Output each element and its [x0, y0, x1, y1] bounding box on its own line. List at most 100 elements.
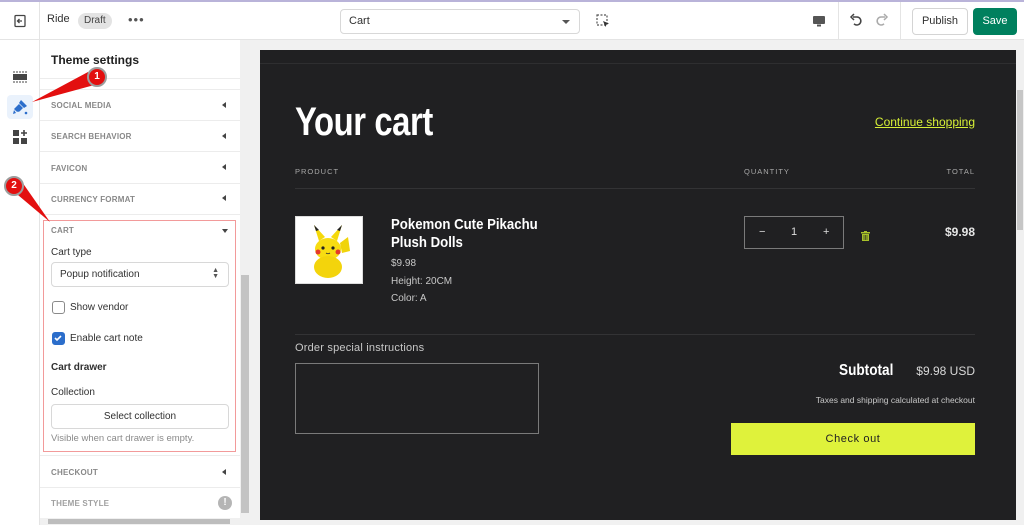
column-header-total: TOTAL [946, 167, 975, 176]
trash-icon [861, 231, 870, 241]
scrollbar-thumb[interactable] [48, 519, 230, 524]
store-name: Ride [47, 13, 70, 25]
rail-item-theme-settings[interactable] [7, 95, 33, 119]
cart-drawer-heading: Cart drawer [51, 362, 107, 373]
enable-cart-note-label: Enable cart note [70, 333, 143, 344]
cart-title: Your cart [295, 100, 433, 144]
panel-title: Theme settings [51, 53, 140, 67]
scrollbar-thumb[interactable] [241, 275, 249, 513]
quantity-input[interactable]: 1 [791, 226, 797, 238]
warning-icon: ! [218, 496, 232, 510]
rail-item-sections[interactable] [7, 65, 33, 89]
divider [295, 334, 975, 335]
caret-left-icon [222, 469, 226, 475]
collection-label: Collection [51, 387, 95, 398]
select-cursor-icon [596, 14, 609, 27]
rail-item-app-embeds[interactable] [7, 125, 33, 149]
section-label: CURRENCY FORMAT [51, 195, 136, 204]
sections-icon [13, 71, 27, 83]
divider [40, 78, 240, 79]
pikachu-plush-image [314, 225, 350, 278]
undo-button[interactable] [848, 13, 864, 34]
section-label: SEARCH BEHAVIOR [51, 132, 132, 141]
continue-shopping-link[interactable]: Continue shopping [875, 115, 975, 129]
apps-add-icon [13, 130, 27, 144]
divider [900, 2, 901, 40]
divider [40, 89, 240, 90]
divider [40, 455, 240, 456]
section-label: SOCIAL MEDIA [51, 101, 112, 110]
scrollbar-thumb[interactable] [1017, 90, 1023, 230]
divider [40, 183, 240, 184]
divider [40, 214, 240, 215]
divider [838, 2, 839, 40]
template-select-value: Cart [349, 15, 370, 27]
product-option-color: Color: A [391, 293, 427, 304]
redo-icon [876, 13, 889, 26]
order-instructions-textarea[interactable] [295, 363, 539, 434]
show-vendor-checkbox[interactable] [52, 301, 65, 314]
inspector-button[interactable] [596, 14, 610, 33]
enable-cart-note-checkbox[interactable] [52, 332, 65, 345]
tax-note: Taxes and shipping calculated at checkou… [815, 395, 975, 405]
select-arrows-icon: ▲ ▼ [212, 267, 219, 280]
divider [40, 120, 240, 121]
line-item-total: $9.98 [944, 225, 975, 239]
template-select[interactable]: Cart [340, 9, 580, 34]
product-image[interactable] [295, 216, 363, 284]
caret-down-icon [222, 229, 228, 233]
product-option-height: Height: 20CM [391, 276, 453, 287]
redo-button[interactable] [874, 13, 890, 34]
decrease-quantity-button[interactable]: − [759, 226, 765, 238]
preview-scrollbar[interactable] [1016, 50, 1024, 520]
checkmark-icon [54, 335, 62, 342]
remove-item-button[interactable] [861, 228, 870, 246]
save-button[interactable]: Save [973, 8, 1017, 35]
caret-left-icon [222, 195, 226, 201]
divider [40, 151, 240, 152]
undo-icon [849, 13, 862, 26]
divider [40, 487, 240, 488]
select-collection-button[interactable]: Select collection [51, 404, 229, 429]
order-instructions-label: Order special instructions [295, 342, 425, 354]
caret-left-icon [222, 164, 226, 170]
column-header-product: PRODUCT [295, 167, 340, 176]
cart-preview: Your cart Continue shopping PRODUCT QUAN… [260, 50, 1016, 520]
exit-icon [13, 14, 26, 28]
callout-badge-2: 2 [4, 176, 24, 196]
caret-left-icon [222, 102, 226, 108]
divider [295, 188, 975, 189]
panel-scrollbar[interactable] [240, 40, 250, 525]
product-name[interactable]: Pokemon Cute Pikachu Plush Dolls [391, 216, 567, 252]
column-header-quantity: QUANTITY [744, 167, 790, 176]
cart-type-label: Cart type [51, 247, 92, 258]
desktop-view-button[interactable] [812, 14, 826, 33]
subtotal-label: Subtotal [839, 362, 894, 379]
section-label: CHECKOUT [51, 468, 98, 477]
section-label: FAVICON [51, 164, 88, 173]
checkout-button[interactable]: Check out [731, 423, 975, 455]
status-badge: Draft [78, 13, 112, 29]
desktop-icon [813, 16, 825, 27]
product-price: $9.98 [391, 258, 417, 269]
callout-badge-1: 1 [87, 67, 107, 87]
cart-type-select[interactable]: Popup notification ▲ ▼ [51, 262, 229, 287]
chevron-down-icon [562, 20, 570, 24]
publish-button[interactable]: Publish [912, 8, 968, 35]
quantity-stepper: − 1 + [744, 216, 844, 249]
increase-quantity-button[interactable]: + [823, 226, 829, 238]
paint-brush-icon [13, 100, 28, 115]
more-actions-button[interactable]: ••• [128, 12, 145, 27]
collection-help-text: Visible when cart drawer is empty. [51, 433, 195, 444]
cart-type-value: Popup notification [60, 269, 140, 280]
panel-horizontal-scrollbar[interactable] [40, 518, 240, 525]
caret-left-icon [222, 133, 226, 139]
section-label: CART [51, 226, 75, 235]
divider [260, 63, 1016, 64]
editor-topbar: Ride Draft ••• Cart Publish Save [0, 0, 1024, 40]
subtotal-value: $9.98 USD [916, 364, 975, 378]
editor-rail [0, 40, 40, 525]
exit-button[interactable] [0, 2, 40, 40]
section-label: THEME STYLE [51, 499, 110, 508]
theme-settings-panel: Theme settings SOCIAL MEDIA SEARCH BEHAV… [40, 40, 240, 525]
